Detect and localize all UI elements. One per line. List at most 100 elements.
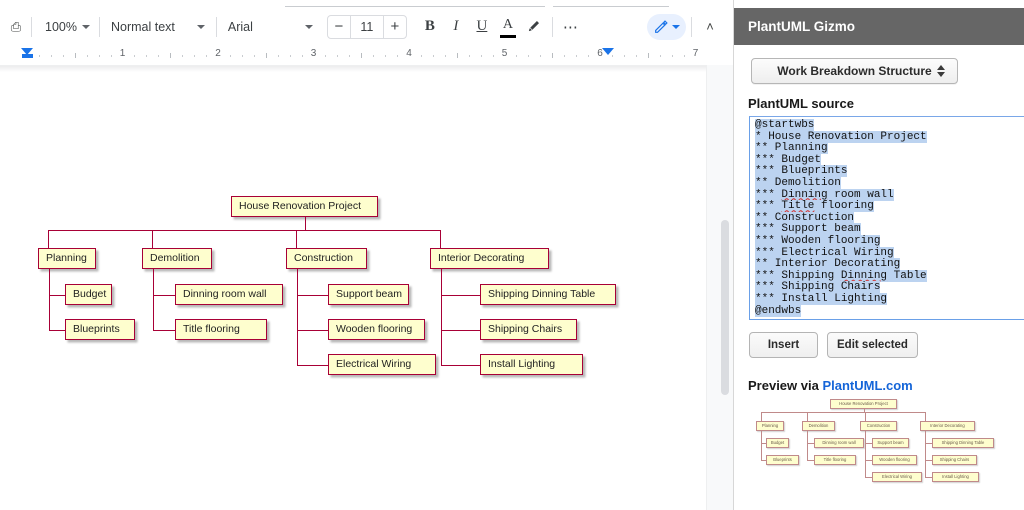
ruler-tick [671, 55, 673, 57]
font-size-stepper[interactable]: − 11 + [326, 14, 407, 39]
ruler-tick [516, 55, 518, 57]
wbs-node-branch-1: Demolition [142, 248, 212, 269]
italic-button[interactable]: I [443, 14, 469, 40]
wbs-node-leaf-3-1: Shipping Chairs [480, 319, 577, 340]
ruler-tick [110, 55, 112, 57]
ruler-tick [397, 55, 399, 57]
more-options-button[interactable]: ⋯ [558, 14, 584, 40]
paragraph-style-value: Normal text [110, 19, 175, 34]
font-size-value[interactable]: 11 [349, 15, 384, 38]
increase-font-size-button[interactable]: + [384, 16, 406, 38]
connector-line [296, 294, 328, 296]
preview-node-branch-1: Demolition [802, 421, 835, 431]
connector-line [296, 329, 328, 331]
sidebar-body: Work Breakdown Structure PlantUML source… [734, 45, 1024, 510]
wbs-diagram-image[interactable]: House Renovation Project Planning Budget Bl… [0, 66, 706, 386]
wbs-node-branch-3: Interior Decorating [430, 248, 549, 269]
ruler-tick [528, 55, 530, 57]
diagram-preview-image[interactable]: House Renovation Project Planning Budget Bl… [742, 395, 1024, 505]
ruler-tick [253, 55, 255, 57]
connector-line [296, 230, 298, 248]
zoom-value: 100% [45, 19, 77, 34]
ruler-tick [492, 55, 494, 57]
ruler-number: 3 [310, 48, 317, 59]
connector-line [304, 217, 306, 230]
right-indent-marker[interactable] [602, 48, 614, 55]
zoom-selector[interactable]: 100% [37, 14, 94, 40]
connector-line [440, 230, 442, 248]
ruler-tick [38, 55, 40, 57]
menubar-clipped [0, 0, 733, 9]
print-icon[interactable]: ⎙ [6, 14, 26, 40]
plantuml-com-link[interactable]: PlantUML.com [822, 378, 912, 393]
font-family-value: Arial [227, 19, 253, 34]
highlight-color-icon[interactable] [521, 14, 547, 40]
decrease-font-size-button[interactable]: − [328, 16, 350, 38]
preview-connector-line [925, 412, 926, 421]
connector-line [48, 230, 50, 248]
ruler-tick [325, 55, 327, 57]
updown-arrows-icon [937, 65, 945, 77]
wbs-node-leaf-0-1: Blueprints [65, 319, 135, 340]
horizontal-ruler[interactable]: 1234567 [0, 45, 733, 65]
preview-connector-line [865, 477, 872, 478]
preview-node-leaf-2-0: Support beam [872, 438, 909, 448]
wbs-node-leaf-0-0: Budget [65, 284, 112, 305]
preview-node-root: House Renovation Project [830, 399, 897, 409]
left-margin-handle[interactable] [21, 54, 33, 58]
edit-selected-button[interactable]: Edit selected [827, 332, 918, 358]
ruler-number: 5 [501, 48, 508, 59]
ruler-number: 1 [119, 48, 126, 59]
ruler-tick [170, 53, 172, 58]
ruler-tick [62, 55, 64, 57]
ruler-tick [588, 55, 590, 57]
diagram-type-select[interactable]: Work Breakdown Structure [751, 58, 958, 84]
toolbar-divider [98, 16, 100, 37]
ruler-tick [659, 55, 661, 57]
insert-button[interactable]: Insert [749, 332, 818, 358]
text-color-button[interactable]: A [495, 14, 521, 40]
ruler-tick [182, 55, 184, 57]
google-docs-pane: ⎙ 100% Normal text Arial − 11 + B I U A … [0, 0, 733, 510]
document-page[interactable]: House Renovation Project Planning Budget Bl… [0, 66, 706, 510]
ruler-tick [385, 55, 387, 57]
ruler-tick [540, 55, 542, 57]
connector-line [440, 364, 480, 366]
editing-mode-button[interactable] [647, 13, 686, 40]
underline-button[interactable]: U [469, 14, 495, 40]
preview-node-leaf-3-0: Shipping Dinning Table [932, 438, 994, 448]
ruler-tick [158, 55, 160, 57]
ruler-number: 2 [215, 48, 221, 59]
connector-line [296, 269, 298, 365]
plantuml-source-textarea[interactable]: @startwbs * House Renovation Project ** Pl… [749, 116, 1024, 320]
ruler-tick [683, 55, 685, 57]
preview-node-branch-0: Planning [756, 421, 784, 431]
ruler-tick [74, 53, 76, 58]
sidebar-title: PlantUML Gizmo [748, 19, 856, 34]
vertical-scrollbar-thumb[interactable] [721, 220, 729, 395]
connector-line [440, 269, 442, 365]
sidebar-top-strip [734, 0, 1024, 8]
wbs-node-leaf-1-0: Dinning room wall [175, 284, 283, 305]
preview-node-leaf-3-1: Shipping Chairs [932, 455, 977, 465]
bold-button[interactable]: B [417, 14, 443, 40]
preview-connector-line [865, 412, 866, 421]
ruler-tick [337, 55, 339, 57]
connector-line [152, 230, 154, 248]
ruler-tick [373, 55, 375, 57]
ruler-tick [229, 55, 231, 57]
hide-menus-button[interactable]: ˄ [697, 14, 723, 40]
preview-connector-line [761, 431, 762, 460]
source-line: ** Interior Decorating [755, 258, 901, 271]
preview-node-leaf-2-1: Wooden flooring [872, 455, 917, 465]
ruler-tick [611, 55, 613, 57]
ruler-tick [206, 55, 208, 57]
chevron-down-icon [672, 24, 680, 29]
source-label: PlantUML source [748, 96, 854, 111]
paragraph-style-selector[interactable]: Normal text [105, 14, 211, 40]
preview-label: Preview via PlantUML.com [748, 378, 913, 393]
wbs-node-leaf-1-1: Title flooring [175, 319, 267, 340]
font-family-selector[interactable]: Arial [222, 14, 319, 40]
preview-node-branch-3: Interior Decorating [920, 421, 975, 431]
preview-node-leaf-0-0: Budget [766, 438, 789, 448]
